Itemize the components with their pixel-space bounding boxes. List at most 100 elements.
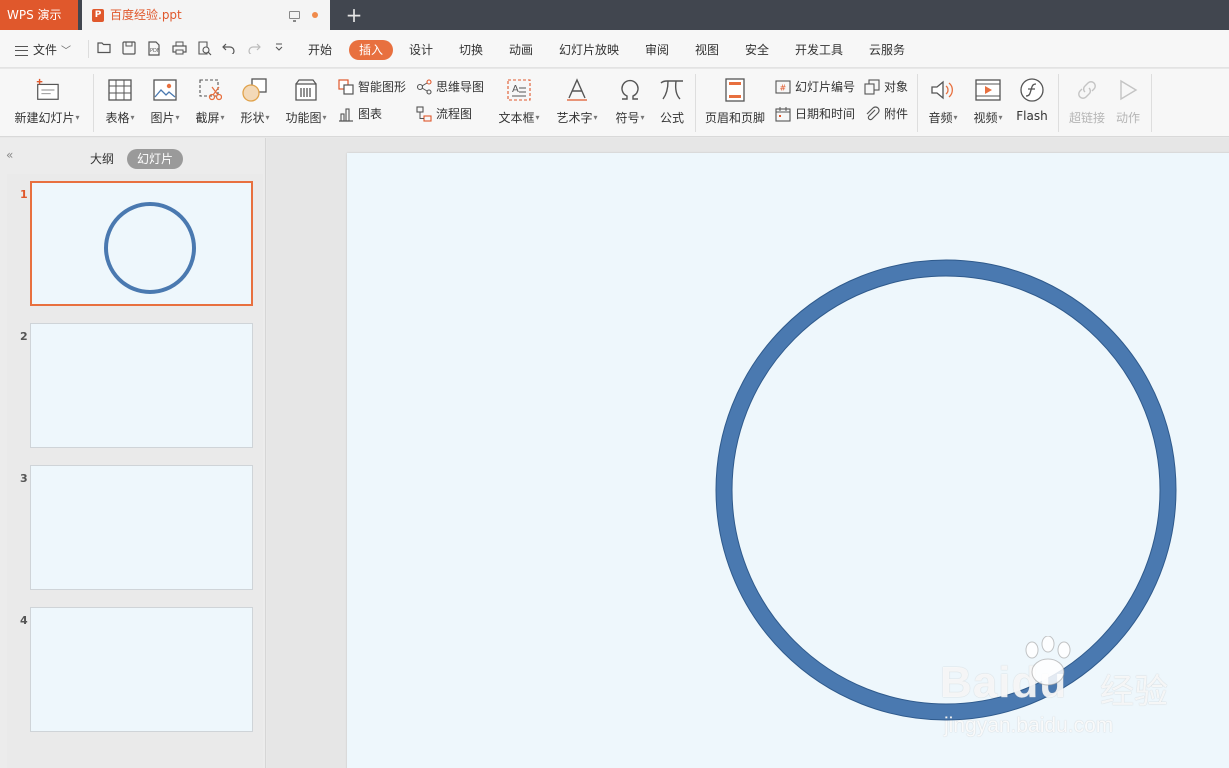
export-pdf-icon[interactable]: PDF: [146, 41, 162, 57]
customize-toolbar-icon[interactable]: [271, 41, 287, 57]
slide-thumbnail-list: 1 2 3 4: [7, 174, 263, 768]
word-art-button[interactable]: 艺术字▾: [553, 77, 601, 126]
picture-button[interactable]: 图片▾: [146, 77, 184, 126]
picture-icon: [152, 77, 178, 103]
table-button[interactable]: 表格▾: [101, 77, 139, 126]
object-icon: [864, 78, 880, 95]
slide-thumbnail-3[interactable]: [30, 465, 253, 590]
app-tab[interactable]: WPS 演示: [0, 0, 78, 30]
audio-label: 音频: [928, 111, 953, 125]
tab-slides[interactable]: 幻灯片: [127, 149, 184, 169]
textbox-button[interactable]: A 文本框▾: [496, 77, 542, 126]
attachment-button[interactable]: 附件: [864, 105, 908, 122]
slide-editing-area: [267, 138, 1229, 768]
action-label: 动作: [1115, 111, 1140, 125]
current-slide[interactable]: [347, 153, 1229, 768]
date-time-label: 日期和时间: [795, 107, 856, 121]
tab-security[interactable]: 安全: [745, 40, 769, 60]
print-icon[interactable]: [171, 41, 187, 57]
title-bar: WPS 演示 P 百度经验.ppt +: [0, 0, 1229, 30]
video-label: 视频: [973, 111, 998, 125]
screenshot-button[interactable]: 截屏▾: [191, 77, 229, 126]
word-art-label: 艺术字: [556, 111, 593, 125]
slide-number-label: 幻灯片编号: [795, 80, 856, 94]
pi-icon: [659, 77, 685, 103]
undo-icon[interactable]: [221, 41, 237, 57]
tab-animation[interactable]: 动画: [509, 40, 533, 60]
smart-art-icon: [338, 78, 354, 95]
hyperlink-label: 超链接: [1068, 111, 1105, 125]
new-slide-button[interactable]: 新建幻灯片▾: [10, 77, 84, 126]
object-label: 对象: [884, 80, 909, 94]
table-icon: [107, 77, 133, 103]
new-tab-button[interactable]: +: [343, 3, 365, 27]
bar-chart-icon: [338, 106, 354, 122]
attachment-label: 附件: [884, 107, 909, 121]
redo-icon[interactable]: [246, 41, 262, 57]
audio-button[interactable]: 音频▾: [924, 77, 962, 126]
slide-number-icon: #: [775, 79, 791, 95]
new-slide-icon: [34, 77, 60, 103]
date-time-button[interactable]: 日期和时间: [775, 105, 855, 122]
shape-button[interactable]: 形状▾: [236, 77, 274, 126]
hamburger-icon: [15, 45, 28, 56]
tab-transition[interactable]: 切换: [459, 40, 483, 60]
formula-button[interactable]: 公式: [655, 77, 689, 126]
mind-map-icon: [416, 78, 432, 95]
shape-label: 形状: [240, 111, 265, 125]
chart-button[interactable]: 图表: [338, 105, 382, 122]
tab-developer[interactable]: 开发工具: [795, 40, 843, 60]
word-art-icon: [564, 77, 590, 103]
slide-number: 2: [20, 330, 28, 343]
slide-number-button[interactable]: # 幻灯片编号: [775, 78, 855, 95]
slide-thumbnail-1[interactable]: [30, 181, 253, 306]
header-footer-button[interactable]: 页眉和页脚: [702, 77, 768, 126]
formula-label: 公式: [659, 111, 684, 125]
tab-review[interactable]: 审阅: [645, 40, 669, 60]
svg-text:#: #: [780, 83, 787, 92]
tab-outline[interactable]: 大纲: [90, 149, 114, 169]
slide-thumbnail-4[interactable]: [30, 607, 253, 732]
collapse-panel-icon[interactable]: «: [6, 148, 13, 162]
document-tab[interactable]: P 百度经验.ppt: [82, 0, 330, 30]
action-button[interactable]: 动作: [1110, 77, 1146, 126]
symbol-label: 符号: [615, 111, 640, 125]
tab-insert[interactable]: 插入: [349, 40, 394, 60]
smart-art-label: 智能图形: [358, 80, 407, 94]
hyperlink-button[interactable]: 超链接: [1066, 77, 1108, 126]
flash-button[interactable]: Flash: [1013, 77, 1051, 123]
textbox-label: 文本框: [498, 111, 535, 125]
menu-bar: 文件 ﹀ PDF 开始 插入 设计 切换 动画 幻灯片放映 审阅 视图 安全 开发…: [0, 30, 1229, 68]
divider: [1058, 74, 1059, 132]
screenshot-label: 截屏: [195, 111, 220, 125]
mind-map-button[interactable]: 思维导图: [416, 78, 484, 95]
flowchart-button[interactable]: 流程图: [416, 105, 472, 122]
shape-icon: [242, 77, 268, 103]
textbox-icon: A: [506, 77, 532, 103]
slide-thumbnail-2[interactable]: [30, 323, 253, 448]
video-icon: [975, 77, 1001, 103]
function-chart-button[interactable]: 功能图▾: [281, 77, 331, 126]
svg-text:PDF: PDF: [150, 48, 160, 54]
monitor-icon[interactable]: [289, 11, 300, 22]
tab-design[interactable]: 设计: [409, 40, 433, 60]
tab-home[interactable]: 开始: [308, 40, 332, 60]
file-menu-button[interactable]: 文件 ﹀: [15, 41, 71, 58]
tab-slideshow[interactable]: 幻灯片放映: [559, 40, 619, 60]
circle-shape-thumbnail: [104, 202, 196, 294]
print-preview-icon[interactable]: [196, 41, 212, 57]
symbol-button[interactable]: 符号▾: [611, 77, 649, 126]
mind-map-label: 思维导图: [436, 80, 485, 94]
tab-cloud-service[interactable]: 云服务: [869, 40, 905, 60]
save-icon[interactable]: [121, 41, 137, 57]
open-icon[interactable]: [96, 41, 112, 57]
tab-view[interactable]: 视图: [695, 40, 719, 60]
video-button[interactable]: 视频▾: [969, 77, 1007, 126]
object-button[interactable]: 对象: [864, 78, 908, 95]
speaker-icon: [930, 77, 956, 103]
flash-icon: [1019, 77, 1045, 103]
slide-canvas: [715, 259, 1177, 721]
header-footer-icon: [722, 77, 748, 103]
smart-art-button[interactable]: 智能图形: [338, 78, 406, 95]
divider: [93, 74, 94, 132]
